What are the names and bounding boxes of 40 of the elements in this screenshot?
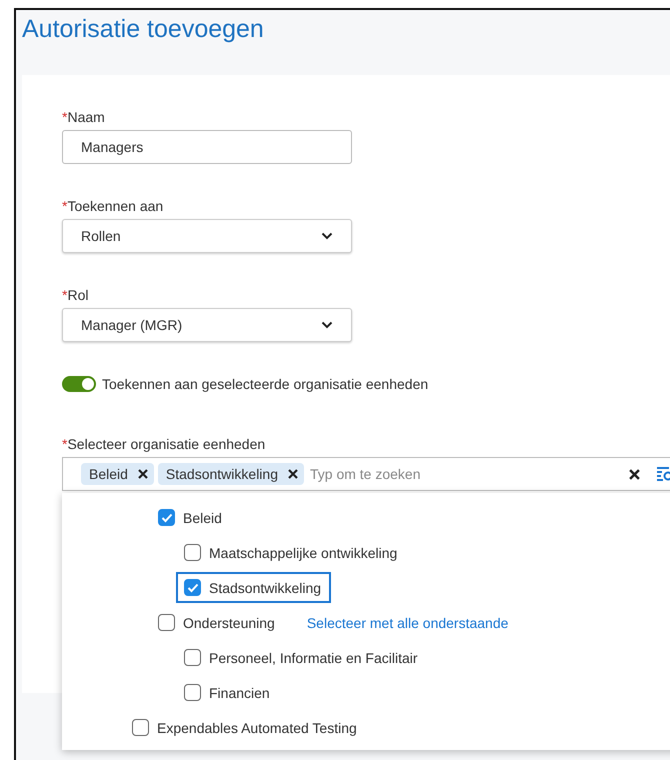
search-list-icon[interactable] [656, 466, 670, 482]
checkbox[interactable] [184, 579, 201, 596]
tree-item[interactable]: Financien [176, 677, 280, 708]
required-mark: * [62, 198, 68, 214]
tree-item[interactable]: Beleid [150, 502, 232, 533]
checkbox[interactable] [184, 649, 201, 666]
text-field[interactable]: Managers [62, 130, 352, 164]
required-mark: * [62, 287, 68, 303]
checkbox[interactable] [158, 509, 175, 526]
field-label: Toekennen aan [67, 198, 164, 214]
clear-icon[interactable] [629, 468, 640, 480]
selected-chip: Beleid [81, 463, 154, 485]
dialog-title: Autorisatie toevoegen [22, 15, 265, 44]
tree-item[interactable]: Personeel, Informatie en Facilitair [176, 642, 428, 673]
chevron-icon [321, 321, 333, 329]
remove-icon[interactable] [288, 469, 298, 479]
chevron-icon [321, 232, 333, 240]
field-label: Rol [67, 287, 88, 303]
remove-icon[interactable] [138, 469, 148, 479]
checkbox[interactable] [184, 684, 201, 701]
tree-item[interactable]: Expendables Automated Testing [124, 712, 367, 743]
toggle-label: Toekennen aan geselecteerde organisatie eenheden [102, 376, 428, 392]
tree-item[interactable]: Stadsontwikkeling [176, 572, 332, 603]
checkbox[interactable] [132, 719, 149, 736]
required-mark: * [62, 436, 68, 452]
select-all-link[interactable]: Selecteer met alle onderstaande [306, 614, 508, 630]
check-icon [186, 582, 198, 592]
checkbox[interactable] [158, 614, 175, 631]
toggle-switch[interactable] [62, 376, 96, 392]
checkbox[interactable] [184, 544, 201, 561]
field-label: Naam [67, 109, 105, 125]
check-icon [160, 512, 172, 522]
dropdown[interactable]: Manager (MGR) [62, 308, 352, 342]
selected-chip: Stadsontwikkeling [158, 463, 304, 485]
dropdown[interactable]: Rollen [62, 219, 352, 253]
tree-item[interactable]: Maatschappelijke ontwikkeling [176, 537, 408, 568]
required-mark: * [62, 109, 68, 125]
tree-item[interactable]: Ondersteuning [150, 607, 285, 638]
field-label: Selecteer organisatie eenheden [67, 436, 266, 452]
multi-select-field[interactable]: Beleid Stadsontwikkeling Typ om te zoeken [62, 457, 670, 491]
